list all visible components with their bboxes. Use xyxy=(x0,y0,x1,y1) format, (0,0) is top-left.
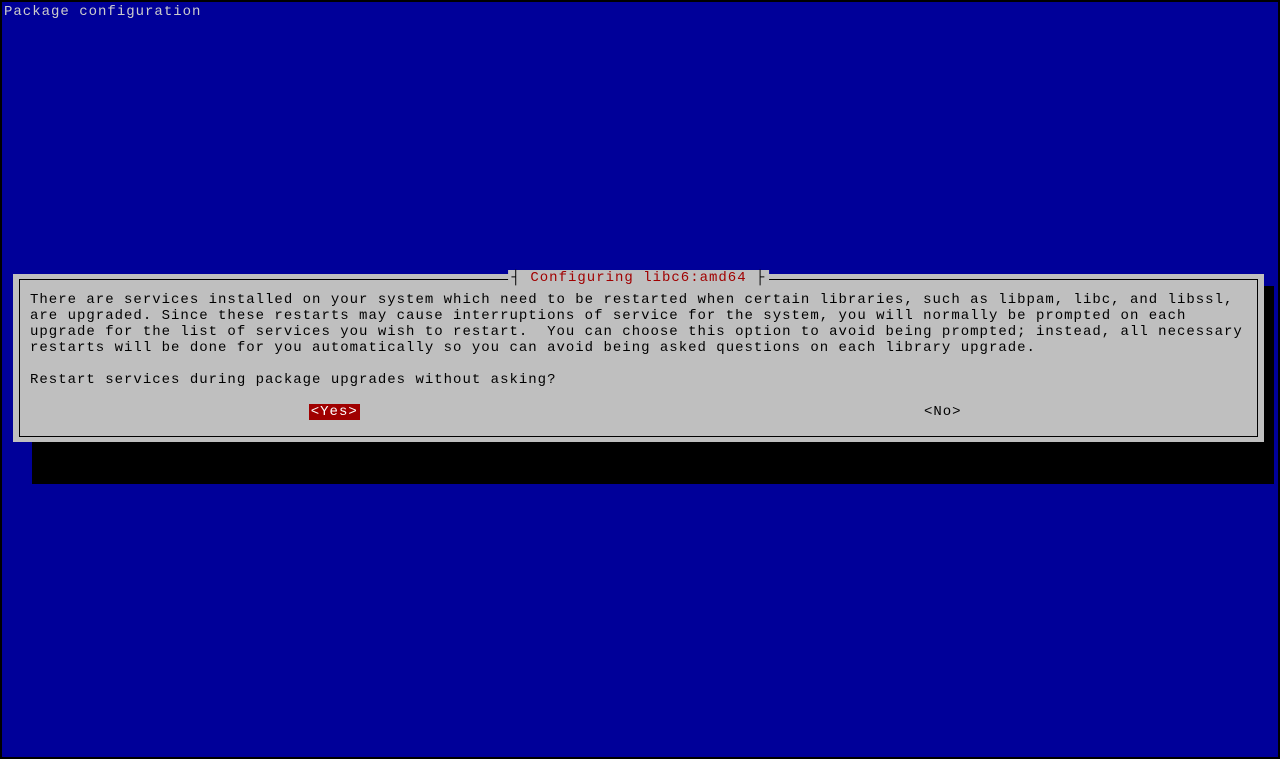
yes-button[interactable]: <Yes> xyxy=(309,404,360,420)
dialog-question: Restart services during package upgrades… xyxy=(30,372,1247,388)
no-button[interactable]: <No> xyxy=(922,404,964,420)
dialog-body-text: There are services installed on your sys… xyxy=(30,292,1247,356)
dialog-buttons-row: <Yes> <No> xyxy=(30,404,1247,420)
terminal-screen: Package configuration Configuring libc6:… xyxy=(2,2,1278,757)
dialog-title: Configuring libc6:amd64 xyxy=(508,270,770,286)
config-dialog: Configuring libc6:amd64 There are servic… xyxy=(13,274,1264,442)
dialog-border: Configuring libc6:amd64 There are servic… xyxy=(19,279,1258,437)
page-title: Package configuration xyxy=(2,2,1278,22)
